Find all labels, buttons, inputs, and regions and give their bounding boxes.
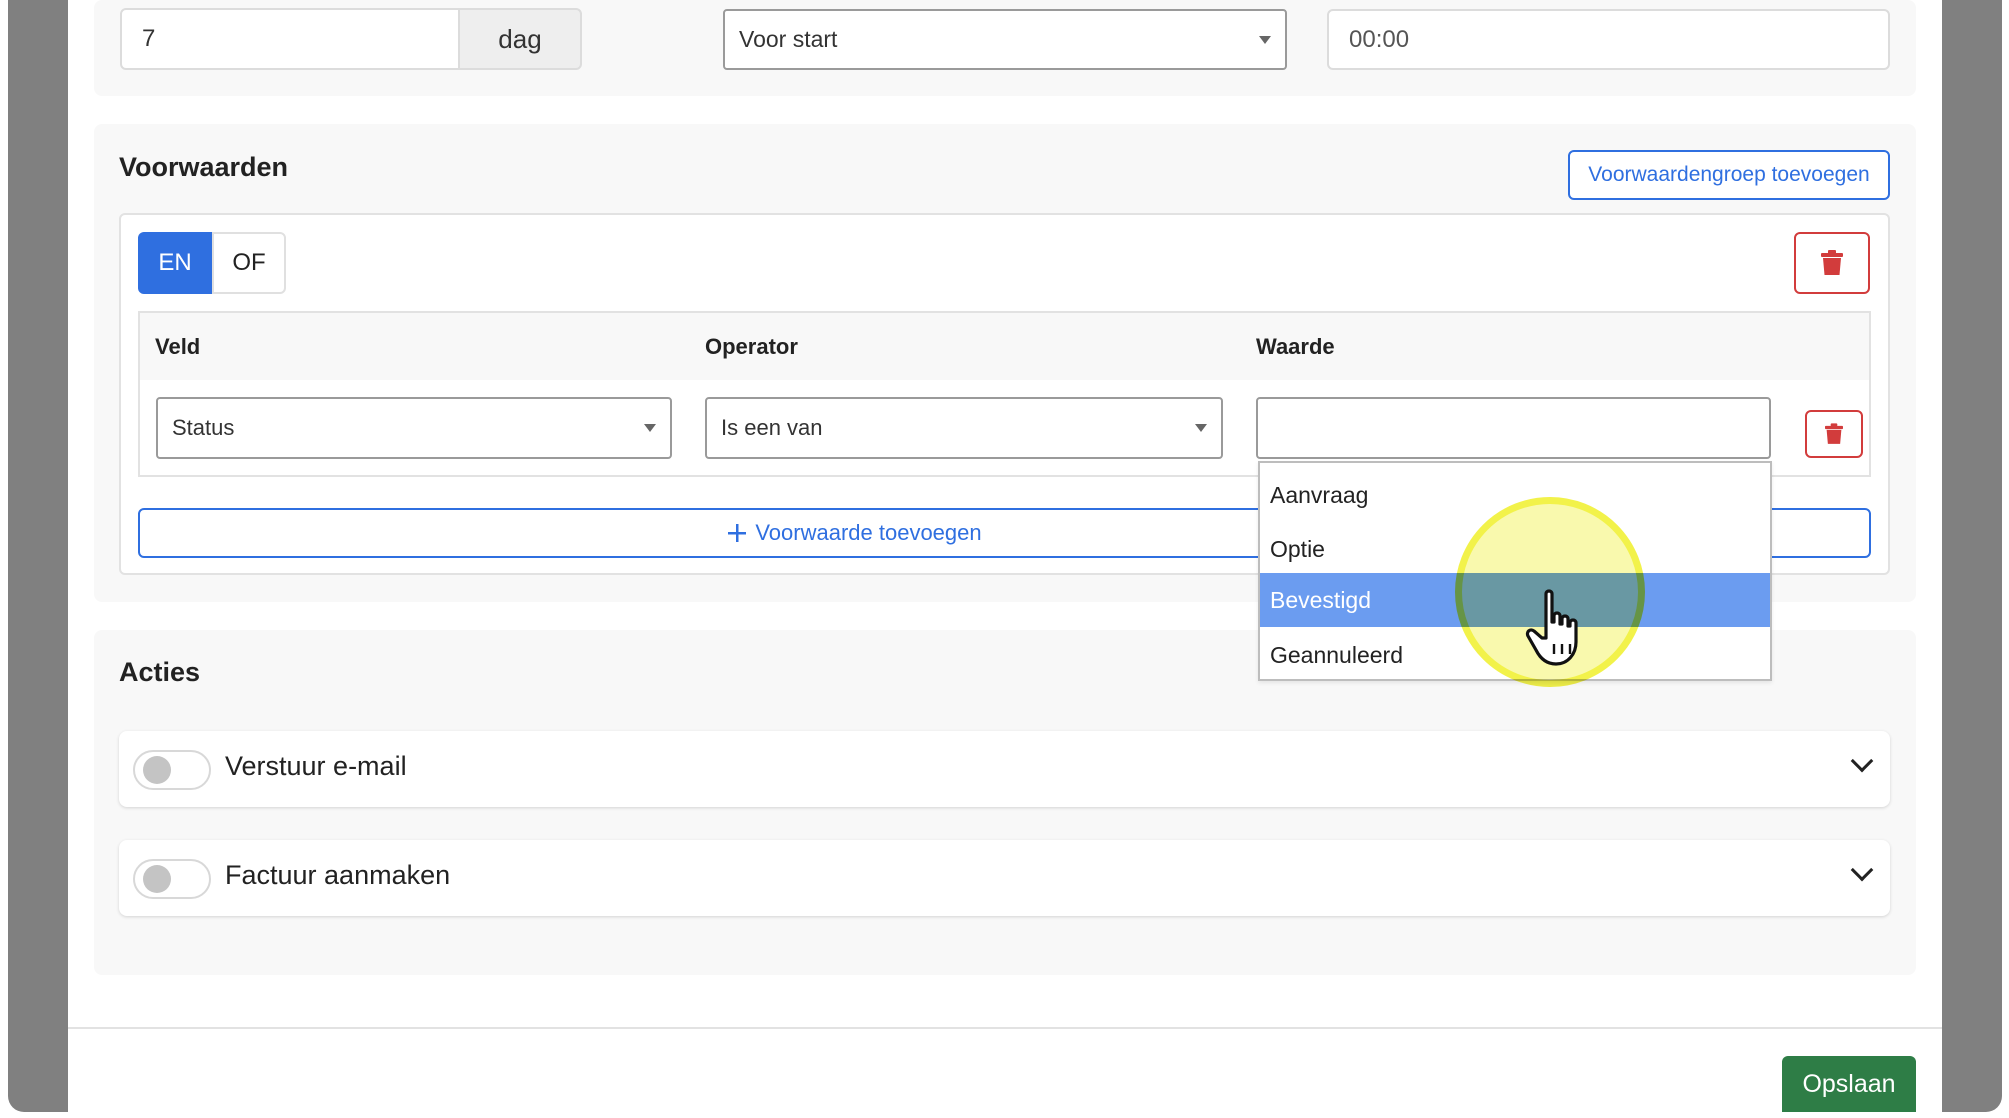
actions-title: Acties [119,657,201,687]
field-select[interactable]: Status [156,397,672,459]
column-header-operator: Operator [705,334,798,359]
chevron-down-icon[interactable] [1850,858,1874,882]
logic-or-button[interactable]: OF [212,232,286,294]
action-label-email: Verstuur e-mail [225,751,407,781]
action-row-invoice[interactable]: Factuur aanmaken [119,840,1890,916]
trash-icon [1825,423,1843,444]
time-input[interactable]: 00:00 [1327,9,1890,70]
chevron-down-icon [644,424,656,432]
operator-select-value: Is een van [721,415,823,440]
delete-group-button[interactable] [1794,232,1870,294]
toggle-knob [143,865,171,893]
operator-select[interactable]: Is een van [705,397,1223,459]
add-condition-group-button[interactable]: Voorwaardengroep toevoegen [1568,150,1890,200]
chevron-down-icon[interactable] [1850,749,1874,773]
timing-select-value: Voor start [739,26,838,52]
footer-divider [68,1027,1942,1029]
toggle-knob [143,756,171,784]
add-condition-label: Voorwaarde toevoegen [755,520,982,545]
field-select-value: Status [172,415,235,440]
timing-select[interactable]: Voor start [723,9,1287,70]
plus-icon [728,524,747,542]
trash-icon [1821,250,1843,275]
chevron-down-icon [1259,35,1271,44]
column-header-value: Waarde [1256,334,1335,359]
window-frame-right [1942,0,2002,1112]
action-label-invoice: Factuur aanmaken [225,860,451,890]
unit-label: dag [498,23,542,54]
amount-input[interactable]: 7 [120,8,460,70]
email-toggle[interactable] [133,750,211,790]
invoice-toggle[interactable] [133,859,211,899]
column-header-field: Veld [155,334,201,359]
hand-cursor-icon [1525,589,1578,666]
action-row-email[interactable]: Verstuur e-mail [119,731,1890,807]
delete-condition-button[interactable] [1805,410,1863,458]
chevron-down-icon [1195,424,1207,432]
unit-addon: dag [458,8,582,70]
value-multiselect[interactable] [1256,397,1771,459]
amount-value: 7 [142,25,156,52]
time-value: 00:00 [1349,25,1410,53]
window-frame-left [8,0,68,1112]
conditions-title: Voorwaarden [119,152,289,182]
save-button[interactable]: Opslaan [1782,1056,1916,1112]
logic-and-button[interactable]: EN [138,232,212,294]
